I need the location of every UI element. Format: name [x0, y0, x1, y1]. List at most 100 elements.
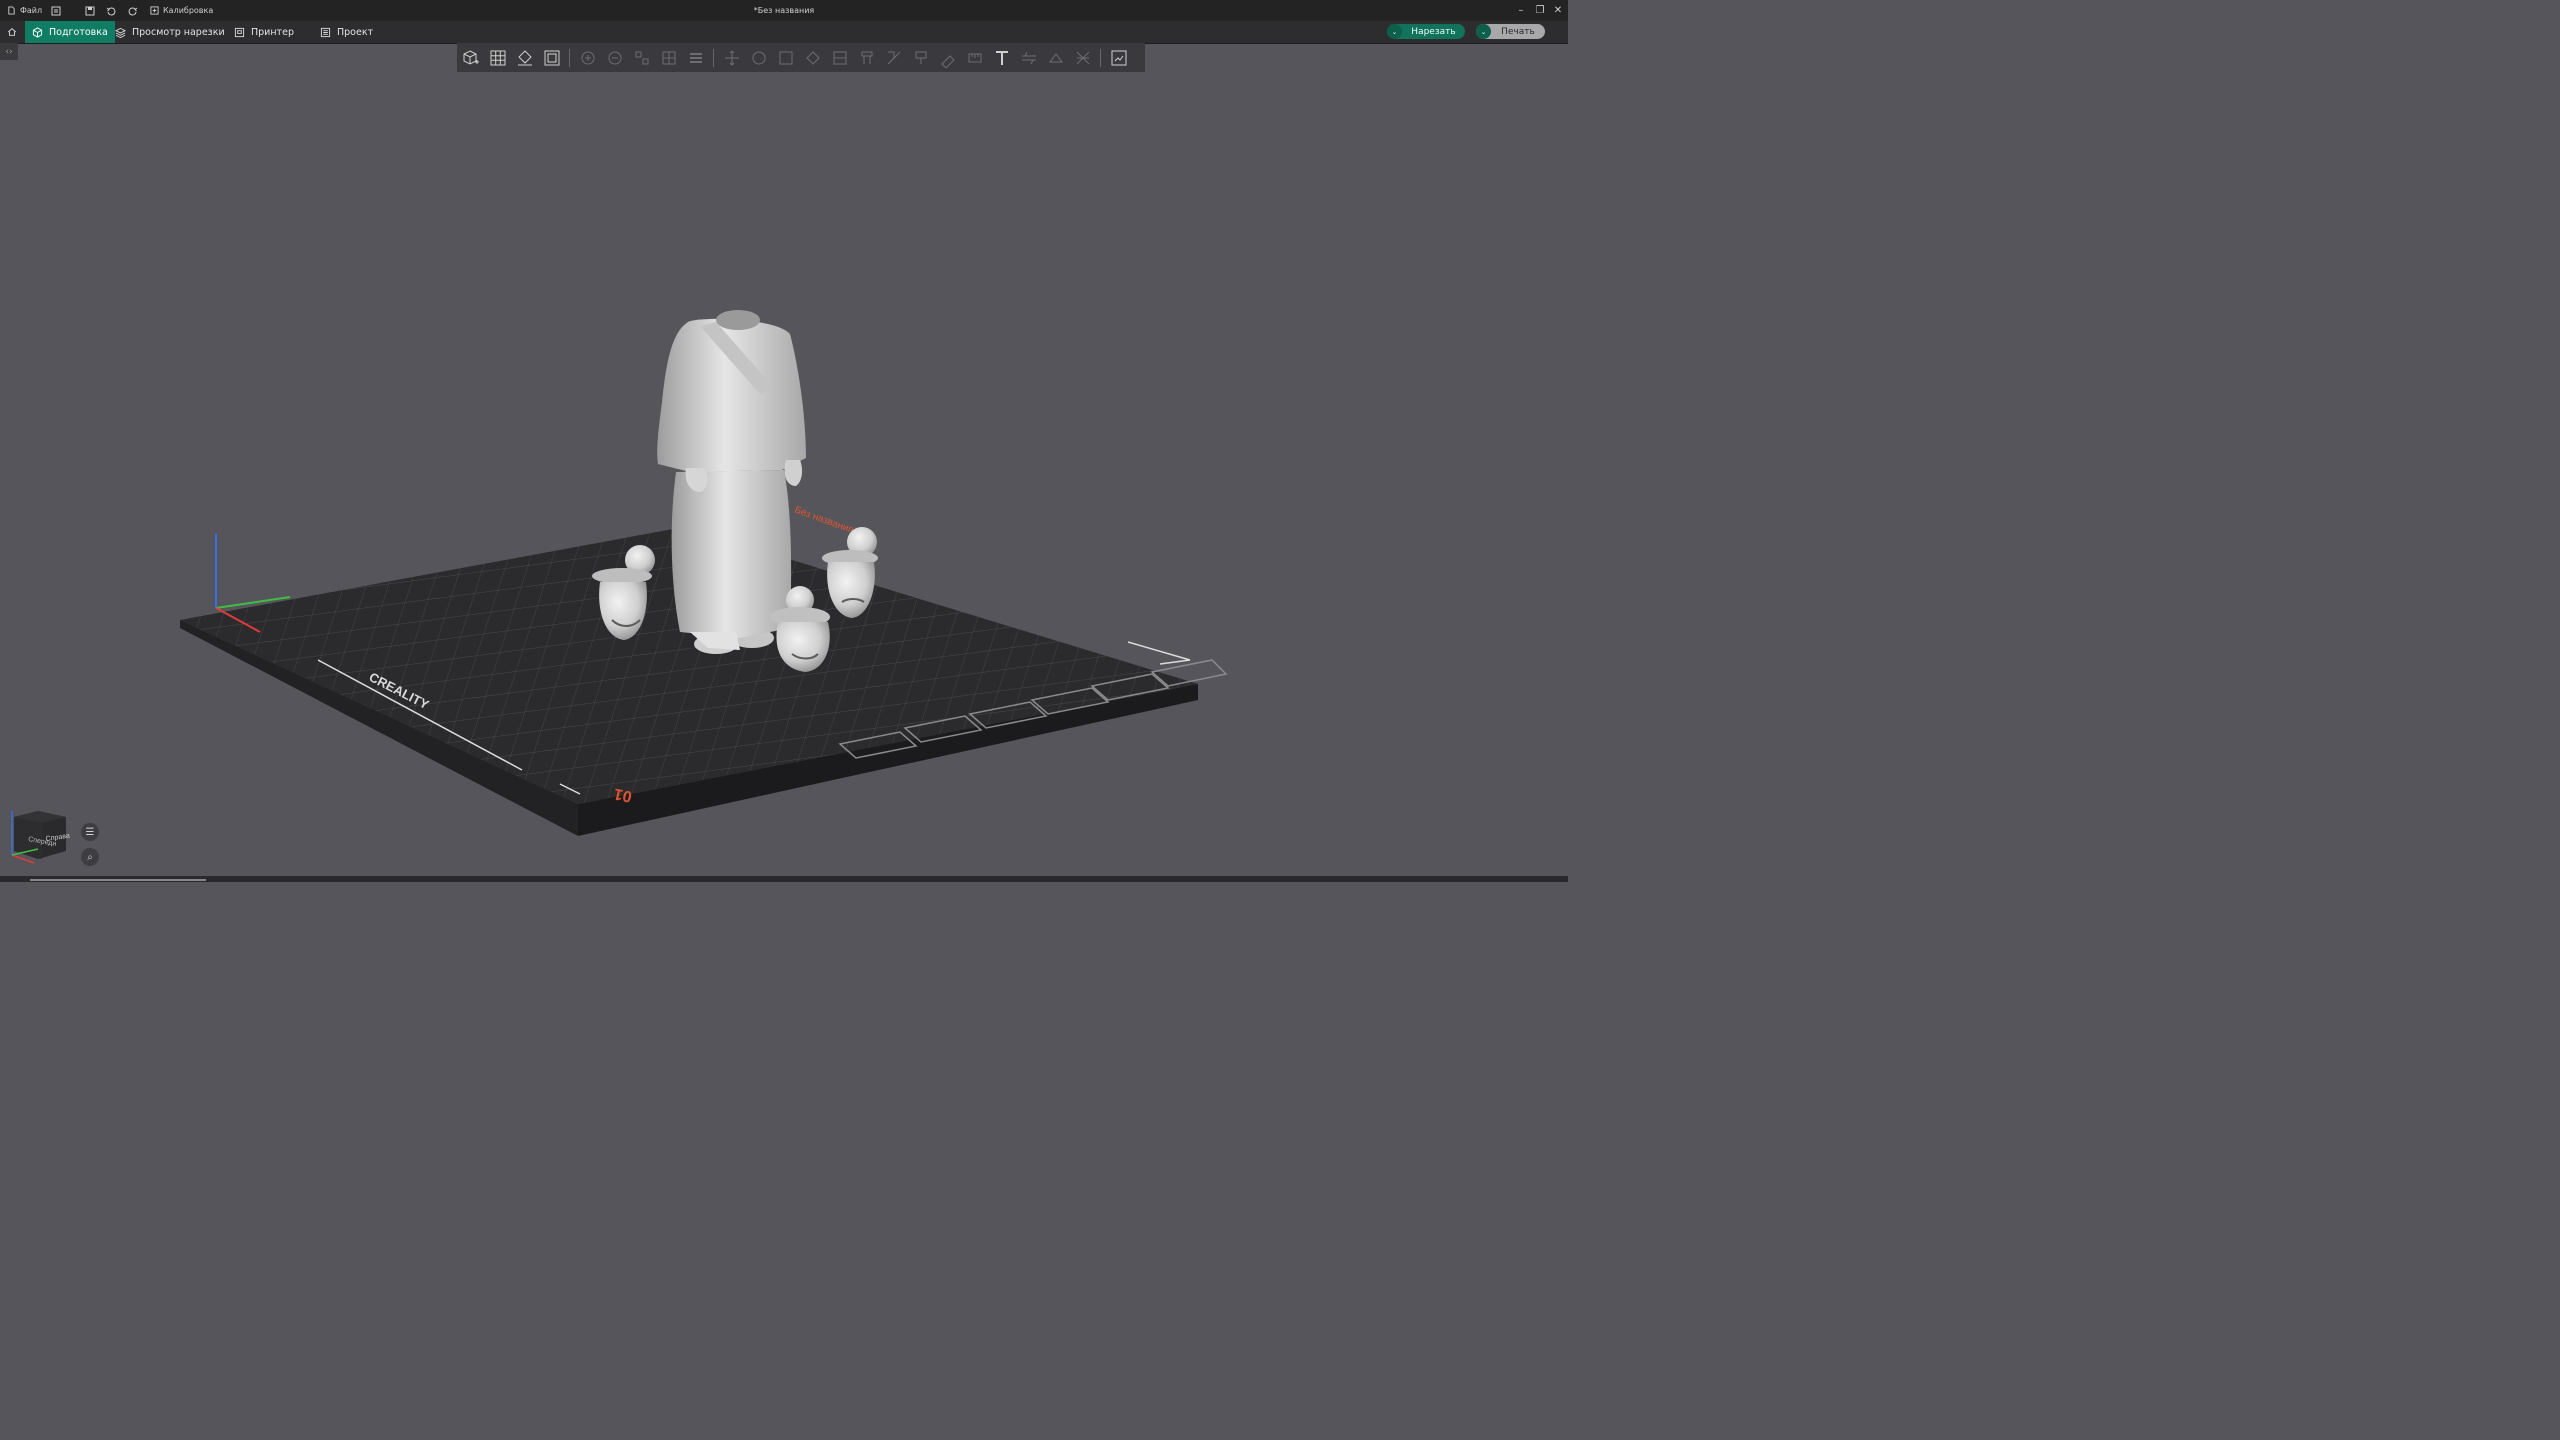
undo-icon: [106, 6, 116, 15]
simplify-tool[interactable]: [1069, 43, 1096, 72]
zoom-out-tool[interactable]: [601, 43, 628, 72]
print-dropdown-icon[interactable]: ⌄: [1476, 24, 1491, 39]
seam-tool[interactable]: [880, 43, 907, 72]
tab-project[interactable]: Проект: [313, 21, 380, 43]
save-button[interactable]: [85, 0, 95, 21]
toolbar-separator: [569, 48, 570, 67]
simplify-icon: [1076, 51, 1089, 64]
redo-button[interactable]: [128, 0, 138, 21]
measure-tool[interactable]: [961, 43, 988, 72]
lay-flat-tool[interactable]: [511, 43, 538, 72]
restore-icon: ❐: [1535, 5, 1545, 16]
place-on-face-tool[interactable]: [799, 43, 826, 72]
cube-icon: [32, 26, 43, 38]
zoom-fit-button[interactable]: ⌕: [81, 848, 99, 866]
fuzzy-tool[interactable]: [934, 43, 961, 72]
undo-button[interactable]: [106, 0, 116, 21]
boolean-icon: [1021, 51, 1036, 64]
support-tool[interactable]: [853, 43, 880, 72]
emboss-tool[interactable]: [1042, 43, 1069, 72]
calibration-menu[interactable]: Калибровка: [150, 0, 213, 21]
toolbar-separator: [713, 48, 714, 67]
model-body[interactable]: [657, 310, 806, 654]
place-face-icon: [805, 50, 820, 65]
rotate-icon: [752, 51, 765, 64]
stack-icon: [689, 52, 702, 63]
close-button[interactable]: ✕: [1549, 0, 1567, 21]
slice-button-label: Нарезать: [1411, 26, 1456, 37]
support-icon: [861, 51, 872, 64]
merge-icon: [662, 51, 675, 64]
menu-list-button[interactable]: [51, 0, 61, 21]
zoom-in-tool[interactable]: [574, 43, 601, 72]
view-cube[interactable]: Спереди Справа: [8, 805, 72, 867]
print-button-label: Печать: [1501, 26, 1535, 37]
project-icon: [320, 27, 331, 37]
paint-tool[interactable]: [907, 43, 934, 72]
add-model-tool[interactable]: [457, 43, 484, 72]
home-button[interactable]: [0, 21, 24, 43]
collapse-arrow-icon: ‹›: [5, 46, 13, 57]
paint-icon: [915, 51, 926, 64]
layout-icon: [1111, 50, 1126, 65]
calibration-icon: [150, 6, 159, 15]
status-bar: [0, 876, 1568, 882]
scale-tool[interactable]: [772, 43, 799, 72]
home-icon: [7, 28, 17, 36]
tab-prepare-label: Подготовка: [49, 26, 108, 38]
minimize-icon: –: [1518, 5, 1524, 16]
toolbar-separator: [1100, 48, 1101, 67]
plate-name[interactable]: Без названия: [793, 504, 855, 536]
slice-button[interactable]: ⌄ Нарезать: [1387, 24, 1465, 39]
arrange-icon: [544, 50, 559, 65]
arrange-tool[interactable]: [538, 43, 565, 72]
rotate-tool[interactable]: [745, 43, 772, 72]
split-tool[interactable]: [628, 43, 655, 72]
collapse-sidebar-button[interactable]: ‹›: [0, 43, 18, 60]
title-bar: Файл Калибровка *Без названия – ❐ ✕: [0, 0, 1568, 21]
cut-tool[interactable]: [826, 43, 853, 72]
view-menu-button[interactable]: ☰: [81, 823, 99, 841]
move-tool[interactable]: [718, 43, 745, 72]
plate-layout-tool[interactable]: [1105, 43, 1132, 72]
grid-icon: [490, 50, 505, 65]
file-icon: [8, 6, 15, 15]
redo-icon: [128, 6, 138, 15]
emboss-icon: [1048, 52, 1063, 62]
scale-icon: [779, 51, 792, 64]
main-toolbar: [457, 43, 1145, 72]
maximize-button[interactable]: ❐: [1531, 0, 1549, 21]
tab-printer[interactable]: Принтер: [227, 21, 301, 43]
seam-icon: [887, 51, 900, 64]
grid-tool[interactable]: [484, 43, 511, 72]
close-icon: ✕: [1553, 5, 1563, 16]
mesh-boolean-tool[interactable]: [1015, 43, 1042, 72]
3d-viewport[interactable]: CREALITY 01 Без названия: [0, 72, 1568, 876]
lay-flat-icon: [517, 49, 532, 65]
layers-icon: [115, 27, 126, 38]
move-icon: [724, 50, 739, 65]
text-icon: [995, 50, 1008, 65]
slice-dropdown-icon[interactable]: ⌄: [1387, 24, 1402, 39]
list-icon: [51, 6, 61, 15]
save-icon: [85, 6, 95, 15]
merge-tool[interactable]: [655, 43, 682, 72]
text-tool[interactable]: [988, 43, 1015, 72]
tab-slice-preview[interactable]: Просмотр нарезки: [108, 21, 232, 43]
calibration-label: Калибровка: [163, 6, 214, 15]
file-menu[interactable]: Файл: [7, 0, 42, 21]
minus-circle-icon: [608, 51, 621, 64]
window-title: *Без названия: [753, 6, 815, 15]
tab-prepare[interactable]: Подготовка: [25, 21, 115, 43]
measure-icon: [968, 53, 981, 62]
print-button[interactable]: ⌄ Печать: [1476, 24, 1545, 39]
minimize-button[interactable]: –: [1512, 0, 1530, 21]
tab-printer-label: Принтер: [251, 26, 294, 38]
plus-circle-icon: [581, 51, 594, 64]
progress-bar: [30, 879, 206, 881]
layers-tool[interactable]: [682, 43, 709, 72]
search-icon: ⌕: [87, 851, 93, 863]
brush-icon: [940, 54, 955, 68]
cut-icon: [833, 51, 846, 64]
plate-number: 01: [612, 785, 633, 805]
